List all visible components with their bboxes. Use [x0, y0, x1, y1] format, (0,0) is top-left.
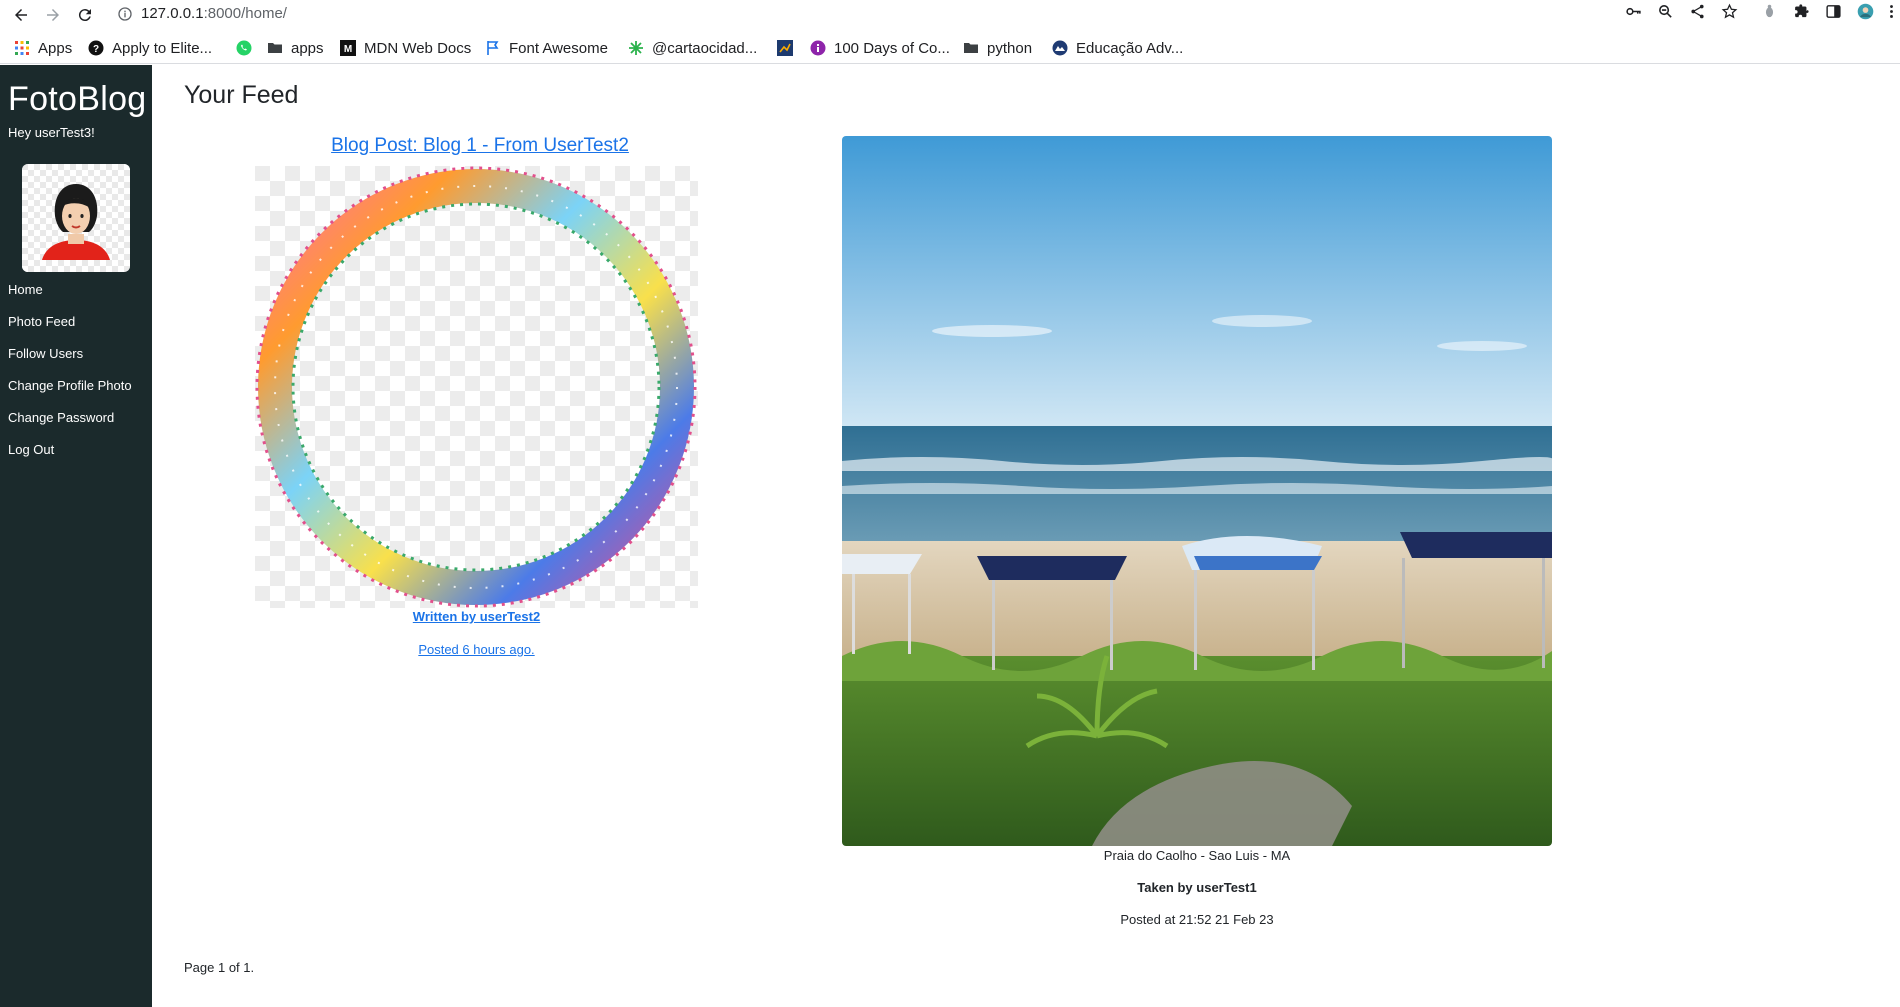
folder-icon: [267, 40, 283, 56]
bookmark-label: @cartaocidad...: [652, 39, 758, 57]
menu-kebab-icon[interactable]: [1880, 0, 1900, 22]
bookmark-whatsapp[interactable]: [236, 38, 260, 58]
apps-grid-icon: [14, 40, 30, 56]
share-icon[interactable]: [1686, 0, 1708, 22]
bookmarks-bar: Apps ? Apply to Elite... apps M MDN Web …: [0, 31, 1900, 64]
bookmark-label: Font Awesome: [509, 39, 608, 57]
extensions-puzzle-icon[interactable]: [1790, 0, 1812, 22]
side-panel-icon[interactable]: [1822, 0, 1844, 22]
brand-title: FotoBlog: [8, 80, 147, 118]
photo-posted-time: Posted at 21:52 21 Feb 23: [1120, 912, 1274, 927]
extension-bug-icon[interactable]: [1758, 0, 1780, 22]
pagination-text: Page 1 of 1.: [184, 960, 255, 975]
bookmark-label: Apply to Elite...: [112, 39, 213, 57]
sidebar: FotoBlog Hey userTest3! Home Photo Feed: [0, 65, 152, 1007]
forward-arrow-icon[interactable]: [42, 4, 64, 26]
page-title: Your Feed: [184, 81, 299, 109]
bookmark-label: Apps: [38, 39, 73, 57]
whatsapp-icon: [236, 40, 252, 56]
globe-icon: [1052, 40, 1068, 56]
svg-text:?: ?: [93, 44, 99, 55]
main-content: Your Feed Blog Post: Blog 1 - From UserT…: [152, 65, 1900, 1007]
site-info-icon[interactable]: [117, 6, 135, 24]
blog-post-author-link[interactable]: Written by userTest2: [255, 609, 698, 624]
profile-avatar-icon[interactable]: [1854, 0, 1876, 22]
bookmark-label: apps: [291, 39, 324, 57]
bookmark-educacao[interactable]: Educação Adv...: [1052, 38, 1183, 58]
bookmark-apply-to-elite[interactable]: ? Apply to Elite...: [88, 38, 212, 58]
nav-photo-feed[interactable]: Photo Feed: [8, 313, 132, 345]
elite-icon: ?: [88, 40, 104, 56]
blog-post-image[interactable]: [255, 166, 698, 608]
profile-avatar: [22, 164, 130, 272]
bookmark-100-days[interactable]: 100 Days of Co...: [810, 38, 950, 58]
nav-change-password[interactable]: Change Password: [8, 409, 132, 441]
bookmark-python[interactable]: python: [963, 38, 1032, 58]
bookmark-font-awesome[interactable]: Font Awesome: [485, 38, 608, 58]
bookmark-chart[interactable]: [777, 38, 801, 58]
chart-icon: [777, 40, 793, 56]
browser-toolbar: 127.0.0.1:8000/home/: [0, 0, 1900, 31]
url-host: 127.0.0.1: [141, 5, 204, 22]
nav-log-out[interactable]: Log Out: [8, 441, 132, 473]
flag-icon: [485, 40, 501, 56]
nav-home[interactable]: Home: [8, 281, 132, 313]
back-arrow-icon[interactable]: [10, 4, 32, 26]
photo-author: Taken by userTest1: [1137, 880, 1257, 895]
bookmark-apps[interactable]: Apps: [14, 38, 72, 58]
bookmark-apps-folder[interactable]: apps: [267, 38, 324, 58]
info-circle-icon: [810, 40, 826, 56]
key-icon[interactable]: [1622, 0, 1644, 22]
bookmark-label: 100 Days of Co...: [834, 39, 950, 57]
nav-follow-users[interactable]: Follow Users: [8, 345, 132, 377]
blog-post-time-link[interactable]: Posted 6 hours ago.: [255, 642, 698, 657]
bookmark-cartaocidad[interactable]: @cartaocidad...: [628, 38, 757, 58]
bookmark-label: MDN Web Docs: [364, 39, 472, 57]
bookmark-star-icon[interactable]: [1718, 0, 1740, 22]
svg-text:M: M: [344, 44, 352, 55]
mdn-icon: M: [340, 40, 356, 56]
blog-post-title-link[interactable]: Blog Post: Blog 1 - From UserTest2: [323, 135, 637, 157]
bookmark-label: Educação Adv...: [1076, 39, 1184, 57]
sidebar-nav: Home Photo Feed Follow Users Change Prof…: [8, 281, 132, 473]
leaf-icon: [628, 40, 644, 56]
url-path: :8000/home/: [203, 5, 287, 22]
address-bar[interactable]: 127.0.0.1:8000/home/: [141, 5, 287, 22]
reload-icon[interactable]: [74, 4, 96, 26]
photo-post-image[interactable]: [842, 136, 1552, 846]
photo-caption: Praia do Caolho - Sao Luis - MA: [1103, 848, 1291, 863]
nav-change-profile-photo[interactable]: Change Profile Photo: [8, 377, 132, 409]
folder-icon: [963, 40, 979, 56]
bookmark-mdn[interactable]: M MDN Web Docs: [340, 38, 471, 58]
zoom-icon[interactable]: [1654, 0, 1676, 22]
greeting-text: Hey userTest3!: [8, 125, 95, 140]
bookmark-label: python: [987, 39, 1033, 57]
